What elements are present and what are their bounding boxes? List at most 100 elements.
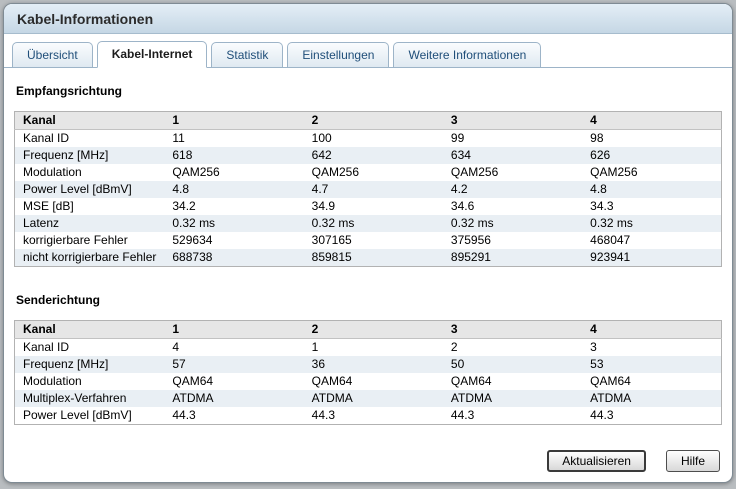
table-cell: 44.3 bbox=[450, 408, 475, 422]
column-header: Kanal bbox=[14, 111, 165, 130]
row-label: Frequenz [MHz] bbox=[23, 148, 109, 162]
table-row: Kanal ID 11 100 99 98 bbox=[14, 129, 722, 147]
table-cell: 375956 bbox=[450, 233, 491, 247]
table-cell: 36 bbox=[311, 357, 325, 371]
table-row: Modulation QAM64 QAM64 QAM64 QAM64 bbox=[14, 373, 722, 390]
table-row: Power Level [dBmV] 4.8 4.7 4.2 4.8 bbox=[14, 181, 722, 198]
hilfe-button[interactable]: Hilfe bbox=[665, 450, 720, 472]
table-cell: 57 bbox=[172, 357, 186, 371]
table-cell: ATDMA bbox=[172, 391, 214, 405]
row-label: Power Level [dBmV] bbox=[23, 408, 132, 422]
window-title: Kabel-Informationen bbox=[17, 10, 154, 27]
data-table-empfangsrichtung: Kanal 1 2 3 4 Kanal ID 11 100 99 98 Frequenz [MHz]… bbox=[14, 111, 722, 267]
table-cell: 98 bbox=[590, 131, 604, 145]
table-cell: QAM256 bbox=[450, 165, 499, 179]
section-heading-empfangsrichtung: Empfangsrichtung bbox=[16, 84, 123, 98]
kabel-informationen-window: Kabel-Informationen Übersicht Kabel-Inter… bbox=[3, 3, 733, 483]
row-label: Multiplex-Verfahren bbox=[23, 391, 127, 405]
table-cell: 50 bbox=[450, 357, 465, 371]
table-cell: 34.3 bbox=[590, 199, 614, 213]
table-cell: 923941 bbox=[590, 250, 631, 264]
row-label: Latenz bbox=[23, 216, 60, 230]
row-label: Modulation bbox=[23, 374, 82, 388]
tab-einstellungen[interactable]: Einstellungen bbox=[287, 42, 390, 67]
table-cell: 895291 bbox=[450, 250, 491, 264]
data-table-senderichtung: Kanal 1 2 3 4 Kanal ID 4 1 2 3 Frequenz [MHz] 57 36 5… bbox=[14, 320, 722, 425]
tab-statistik[interactable]: Statistik bbox=[211, 42, 284, 67]
table-cell: 1 bbox=[311, 340, 319, 354]
table-cell: 634 bbox=[450, 148, 471, 162]
table-cell: 34.2 bbox=[172, 199, 196, 213]
table-cell: 4.7 bbox=[311, 182, 329, 196]
table-row: nicht korrigierbare Fehler 688738 859815 89… bbox=[14, 249, 722, 267]
table-cell: 0.32 ms bbox=[172, 216, 216, 230]
table-row: Power Level [dBmV] 44.3 44.3 44.3 44.3 bbox=[14, 407, 722, 425]
column-header: 4 bbox=[582, 111, 722, 130]
table-cell: 0.32 ms bbox=[311, 216, 355, 230]
table-row: MSE [dB] 34.2 34.9 34.6 34.3 bbox=[14, 198, 722, 215]
table-cell: 0.32 ms bbox=[590, 216, 633, 230]
table-cell: 99 bbox=[450, 131, 465, 145]
table-cell: 0.32 ms bbox=[450, 216, 494, 230]
table-cell: QAM64 bbox=[590, 374, 631, 388]
row-label: Kanal ID bbox=[23, 131, 70, 145]
column-header: 3 bbox=[442, 111, 583, 130]
column-header: 2 bbox=[303, 320, 443, 339]
table-cell: 529634 bbox=[172, 233, 213, 247]
table-cell: 626 bbox=[590, 148, 611, 162]
table-cell: QAM256 bbox=[172, 165, 220, 179]
window-titlebar: Kabel-Informationen bbox=[4, 4, 732, 34]
row-label: Kanal ID bbox=[23, 340, 70, 354]
row-label: Frequenz [MHz] bbox=[23, 357, 109, 371]
column-header: 3 bbox=[442, 320, 583, 339]
table-cell: QAM64 bbox=[311, 374, 353, 388]
footer-buttons: Aktualisieren Hilfe bbox=[547, 450, 720, 472]
table-row: Multiplex-Verfahren ATDMA ATDMA ATDMA ATDMA bbox=[14, 390, 722, 407]
table-cell: 44.3 bbox=[590, 408, 614, 422]
table-cell: 100 bbox=[311, 131, 332, 145]
table-cell: 307165 bbox=[311, 233, 352, 247]
column-header: 1 bbox=[164, 320, 304, 339]
table-cell: 4.2 bbox=[450, 182, 468, 196]
table-row: Frequenz [MHz] 618 642 634 626 bbox=[14, 147, 722, 164]
row-label: MSE [dB] bbox=[23, 199, 74, 213]
table-cell: 11 bbox=[172, 131, 185, 145]
tab-kabel-internet[interactable]: Kabel-Internet bbox=[96, 41, 208, 68]
table-cell: 3 bbox=[590, 340, 597, 354]
table-cell: 859815 bbox=[311, 250, 352, 264]
section-heading-senderichtung: Senderichtung bbox=[16, 293, 101, 307]
table-cell: 34.9 bbox=[311, 199, 335, 213]
column-header: 1 bbox=[164, 111, 304, 130]
table-cell: 468047 bbox=[590, 233, 631, 247]
content-area: Empfangsrichtung Kanal 1 2 3 4 Kanal ID 11 100 99… bbox=[4, 68, 732, 425]
row-label: korrigierbare Fehler bbox=[23, 233, 128, 247]
table-cell: 34.6 bbox=[450, 199, 475, 213]
table-cell: QAM64 bbox=[450, 374, 492, 388]
table-cell: 44.3 bbox=[172, 408, 196, 422]
tab-ubersicht[interactable]: Übersicht bbox=[12, 42, 93, 67]
table-row: Kanal ID 4 1 2 3 bbox=[14, 338, 722, 356]
table-cell: QAM256 bbox=[311, 165, 359, 179]
table-cell: 618 bbox=[172, 148, 193, 162]
table-cell: 4.8 bbox=[172, 182, 190, 196]
table-cell: 4.8 bbox=[590, 182, 607, 196]
column-header: Kanal bbox=[14, 320, 165, 339]
table-cell: 688738 bbox=[172, 250, 213, 264]
table-row: Latenz 0.32 ms 0.32 ms 0.32 ms 0.32 ms bbox=[14, 215, 722, 232]
table-row: korrigierbare Fehler 529634 307165 375956 46… bbox=[14, 232, 722, 249]
table-cell: 44.3 bbox=[311, 408, 335, 422]
row-label: nicht korrigierbare Fehler bbox=[23, 250, 157, 264]
table-cell: 53 bbox=[590, 357, 604, 371]
row-label: Power Level [dBmV] bbox=[23, 182, 132, 196]
tab-weitere-informationen[interactable]: Weitere Informationen bbox=[393, 42, 542, 67]
table-row: Modulation QAM256 QAM256 QAM256 QAM256 bbox=[14, 164, 722, 181]
aktualisieren-button[interactable]: Aktualisieren bbox=[547, 450, 646, 472]
table-cell: ATDMA bbox=[590, 391, 632, 405]
table-row: Frequenz [MHz] 57 36 50 53 bbox=[14, 356, 722, 373]
table-cell: QAM256 bbox=[590, 165, 638, 179]
table-header-row: Kanal 1 2 3 4 bbox=[14, 320, 722, 339]
table-cell: ATDMA bbox=[450, 391, 493, 405]
table-cell: 642 bbox=[311, 148, 332, 162]
table-header-row: Kanal 1 2 3 4 bbox=[14, 111, 722, 130]
table-cell: 2 bbox=[450, 340, 458, 354]
